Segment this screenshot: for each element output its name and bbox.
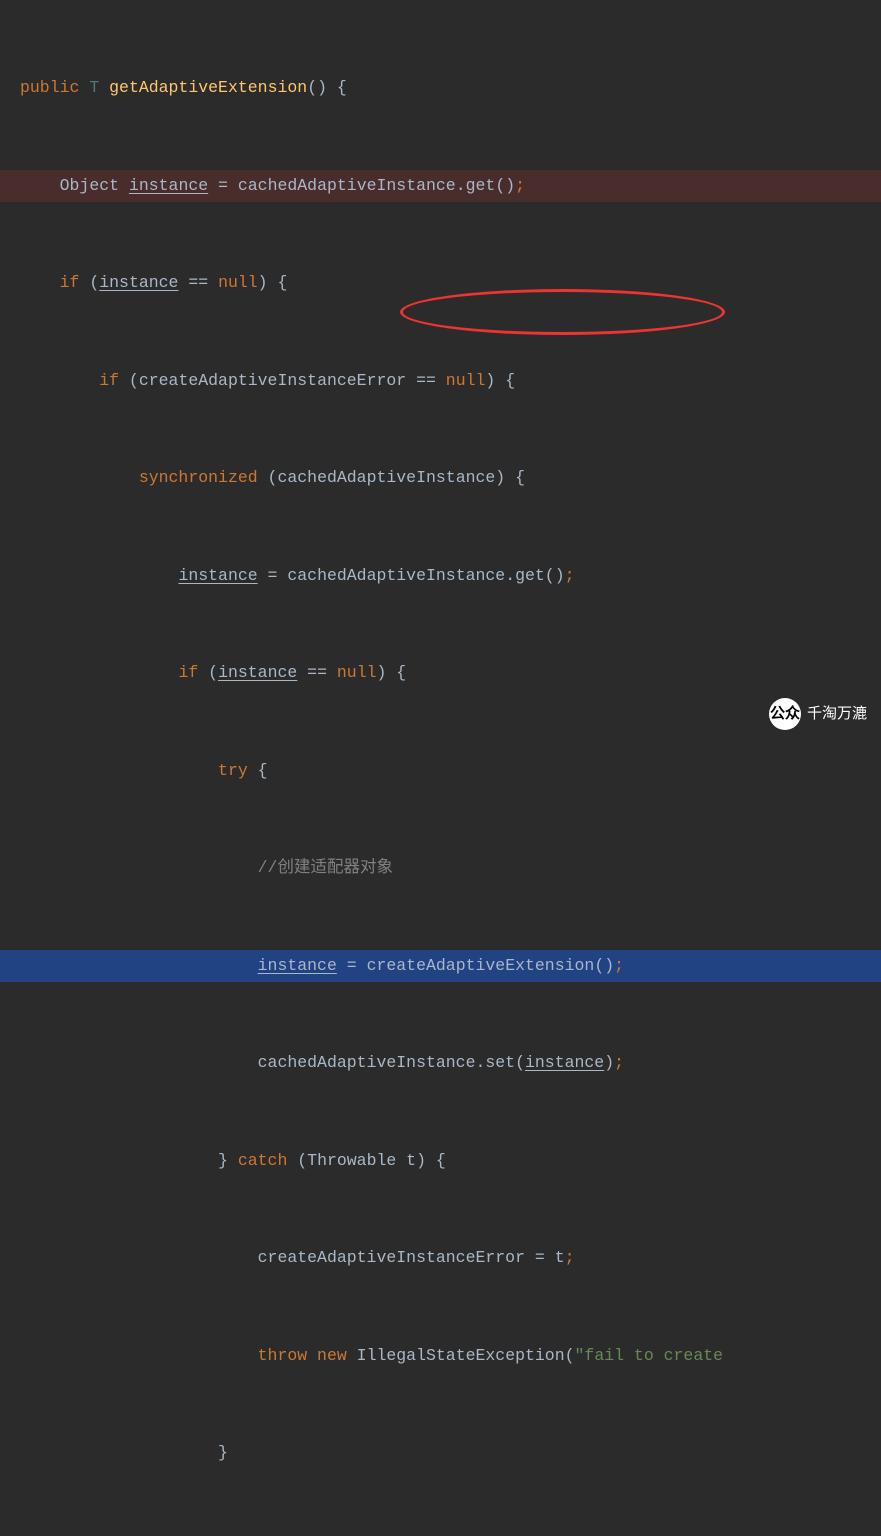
stmt: createAdaptiveInstanceError = t	[258, 1248, 565, 1267]
keyword-new: new	[307, 1346, 357, 1365]
eq: =	[337, 956, 367, 975]
semicolon: ;	[565, 1248, 575, 1267]
close-brace: }	[218, 1443, 228, 1462]
keyword-null: null	[337, 663, 377, 682]
keyword-try: try	[218, 761, 248, 780]
keyword-null: null	[218, 273, 258, 292]
string-literal: "fail to create	[575, 1346, 733, 1365]
code-line: if (instance == null) {	[20, 657, 881, 690]
rhs: = cachedAdaptiveInstance.get()	[258, 566, 565, 585]
code-line: synchronized (cachedAdaptiveInstance) {	[20, 462, 881, 495]
close-brace: }	[218, 1151, 228, 1170]
wechat-icon-text: 公众	[770, 698, 800, 731]
semicolon: ;	[515, 176, 525, 195]
var-instance: instance	[258, 956, 337, 975]
keyword-throw: throw	[258, 1346, 308, 1365]
keyword-synchronized: synchronized	[139, 468, 258, 487]
keyword-if: if	[60, 273, 80, 292]
close: ) {	[258, 273, 288, 292]
keyword-null: null	[446, 371, 486, 390]
code-line: public T getAdaptiveExtension() {	[20, 72, 881, 105]
rhs: cachedAdaptiveInstance.get()	[238, 176, 515, 195]
generic-T: T	[89, 78, 99, 97]
keyword-if: if	[99, 371, 119, 390]
code-editor[interactable]: public T getAdaptiveExtension() { Object…	[20, 7, 881, 1536]
code-line: createAdaptiveInstanceError = t;	[20, 1242, 881, 1275]
keyword-public: public	[20, 78, 79, 97]
rparen: )	[604, 1053, 614, 1072]
exception-class: IllegalStateException(	[357, 1346, 575, 1365]
var-instance: instance	[218, 663, 297, 682]
keyword-catch: catch	[228, 1151, 297, 1170]
type-object: Object	[60, 176, 119, 195]
var-instance: instance	[525, 1053, 604, 1072]
semicolon: ;	[614, 1053, 624, 1072]
method-call: createAdaptiveExtension()	[367, 956, 615, 975]
watermark: 公众 千淘万漉	[769, 698, 867, 731]
cmp: ==	[178, 273, 218, 292]
semicolon: ;	[565, 566, 575, 585]
brace: {	[248, 761, 268, 780]
code-line: instance = cachedAdaptiveInstance.get();	[20, 560, 881, 593]
code-line: }	[20, 1437, 881, 1470]
code-line: if (createAdaptiveInstanceError == null)…	[20, 365, 881, 398]
watermark-label: 千淘万漉	[807, 698, 867, 731]
var-instance: instance	[178, 566, 257, 585]
code-line: try {	[20, 755, 881, 788]
code-line: } catch (Throwable t) {	[20, 1145, 881, 1178]
open: (	[79, 273, 99, 292]
method-name: getAdaptiveExtension	[109, 78, 307, 97]
close: ) {	[377, 663, 407, 682]
catch-args: (Throwable t) {	[297, 1151, 446, 1170]
semicolon: ;	[614, 956, 624, 975]
comment: //创建适配器对象	[258, 858, 393, 877]
code-line: cachedAdaptiveInstance.set(instance);	[20, 1047, 881, 1080]
code-line: }	[20, 1535, 881, 1536]
eq: =	[208, 176, 238, 195]
lhs: cachedAdaptiveInstance.set(	[258, 1053, 525, 1072]
cond: (createAdaptiveInstanceError ==	[119, 371, 446, 390]
parens: () {	[307, 78, 347, 97]
keyword-if: if	[178, 663, 198, 682]
code-line-selected: instance = createAdaptiveExtension();	[20, 950, 881, 983]
var-instance: instance	[99, 273, 178, 292]
wechat-icon: 公众	[769, 698, 801, 730]
cmp: ==	[297, 663, 337, 682]
code-line: if (instance == null) {	[20, 267, 881, 300]
code-line: throw new IllegalStateException("fail to…	[20, 1340, 881, 1373]
open: (	[198, 663, 218, 682]
code-line: Object instance = cachedAdaptiveInstance…	[20, 170, 881, 203]
var-instance: instance	[129, 176, 208, 195]
code-line: //创建适配器对象	[20, 852, 881, 885]
close: ) {	[485, 371, 515, 390]
args: (cachedAdaptiveInstance) {	[258, 468, 525, 487]
